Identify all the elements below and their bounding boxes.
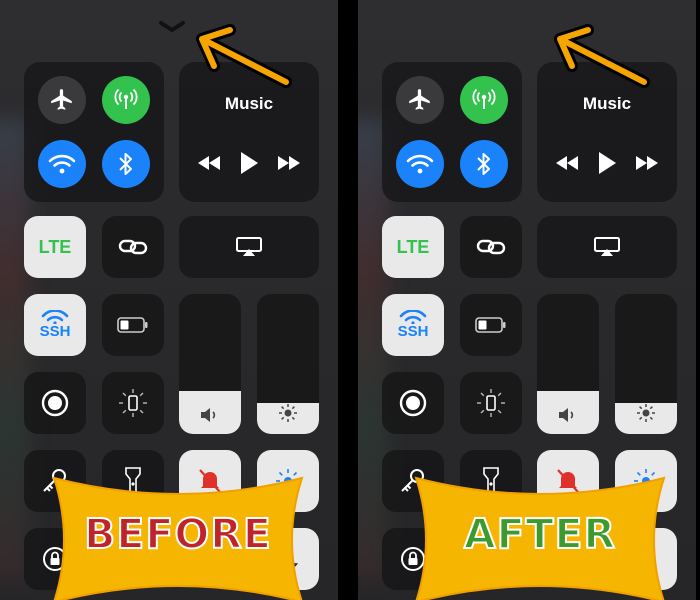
chevron-down-icon[interactable]: [158, 20, 186, 34]
volume-icon: [201, 408, 216, 422]
brightness-slider[interactable]: [257, 294, 319, 434]
battery-icon: [117, 317, 148, 333]
screen-mirroring-tile[interactable]: [537, 216, 677, 278]
link-toggle[interactable]: [460, 216, 522, 278]
low-power-toggle[interactable]: [102, 294, 164, 356]
before-banner: BEFORE: [48, 470, 308, 600]
arrow-icon: [554, 24, 650, 88]
before-label: BEFORE: [83, 509, 272, 559]
cellular-icon: [472, 88, 496, 109]
wifi-button[interactable]: [38, 140, 86, 188]
brightness-icon: [279, 404, 297, 422]
bluetooth-icon: [119, 153, 132, 175]
link-icon: [476, 239, 506, 255]
lte-label: LTE: [38, 236, 72, 257]
airplay-icon: [236, 237, 262, 256]
lte-label: LTE: [396, 236, 430, 257]
cellular-icon: [114, 88, 138, 109]
airplane-icon: [409, 89, 430, 110]
bluetooth-button[interactable]: [102, 140, 150, 188]
screen-mirroring-tile[interactable]: [179, 216, 319, 278]
panel-divider: [338, 0, 358, 600]
link-icon: [118, 239, 148, 255]
ssh-toggle[interactable]: SSH: [382, 294, 444, 356]
connectivity-tile: [24, 62, 164, 202]
airplane-mode-button[interactable]: [38, 76, 86, 124]
brightness-icon: [637, 404, 655, 422]
forward-icon[interactable]: [276, 154, 302, 172]
bluetooth-button[interactable]: [460, 140, 508, 188]
connectivity-tile: [382, 62, 522, 202]
volume-slider[interactable]: [537, 294, 599, 434]
control-center-after: Music LTE SSH AFTER: [358, 0, 696, 600]
bluetooth-icon: [477, 153, 490, 175]
screen-record-button[interactable]: [24, 372, 86, 434]
record-icon: [399, 389, 427, 417]
lte-toggle[interactable]: LTE: [24, 216, 86, 278]
lte-toggle[interactable]: LTE: [382, 216, 444, 278]
volume-slider[interactable]: [179, 294, 241, 434]
orientation-lock-button[interactable]: [102, 372, 164, 434]
music-title: Music: [224, 94, 274, 113]
screen-record-button[interactable]: [382, 372, 444, 434]
music-title: Music: [582, 94, 632, 113]
link-toggle[interactable]: [102, 216, 164, 278]
ssh-label: SSH: [39, 323, 71, 340]
orientation-lock-button[interactable]: [460, 372, 522, 434]
play-icon[interactable]: [596, 150, 618, 176]
cellular-data-button[interactable]: [102, 76, 150, 124]
after-label: AFTER: [463, 509, 617, 559]
cellular-data-button[interactable]: [460, 76, 508, 124]
volume-icon: [559, 408, 574, 422]
wifi-icon: [406, 154, 434, 174]
wifi-button[interactable]: [396, 140, 444, 188]
brightness-slider[interactable]: [615, 294, 677, 434]
orientation-icon: [477, 389, 505, 417]
airplay-icon: [594, 237, 620, 256]
ssh-wifi-icon: [399, 310, 427, 324]
arrow-icon: [196, 24, 292, 88]
control-center-before: Music LTE SSH BEFORE: [0, 0, 338, 600]
battery-icon: [475, 317, 506, 333]
airplane-mode-button[interactable]: [396, 76, 444, 124]
play-icon[interactable]: [238, 150, 260, 176]
rewind-icon[interactable]: [554, 154, 580, 172]
ssh-toggle[interactable]: SSH: [24, 294, 86, 356]
record-icon: [41, 389, 69, 417]
wifi-icon: [48, 154, 76, 174]
rewind-icon[interactable]: [196, 154, 222, 172]
ssh-wifi-icon: [41, 310, 69, 324]
forward-icon[interactable]: [634, 154, 660, 172]
airplane-icon: [51, 89, 72, 110]
after-banner: AFTER: [410, 470, 670, 600]
ssh-label: SSH: [397, 323, 429, 340]
low-power-toggle[interactable]: [460, 294, 522, 356]
orientation-icon: [119, 389, 147, 417]
